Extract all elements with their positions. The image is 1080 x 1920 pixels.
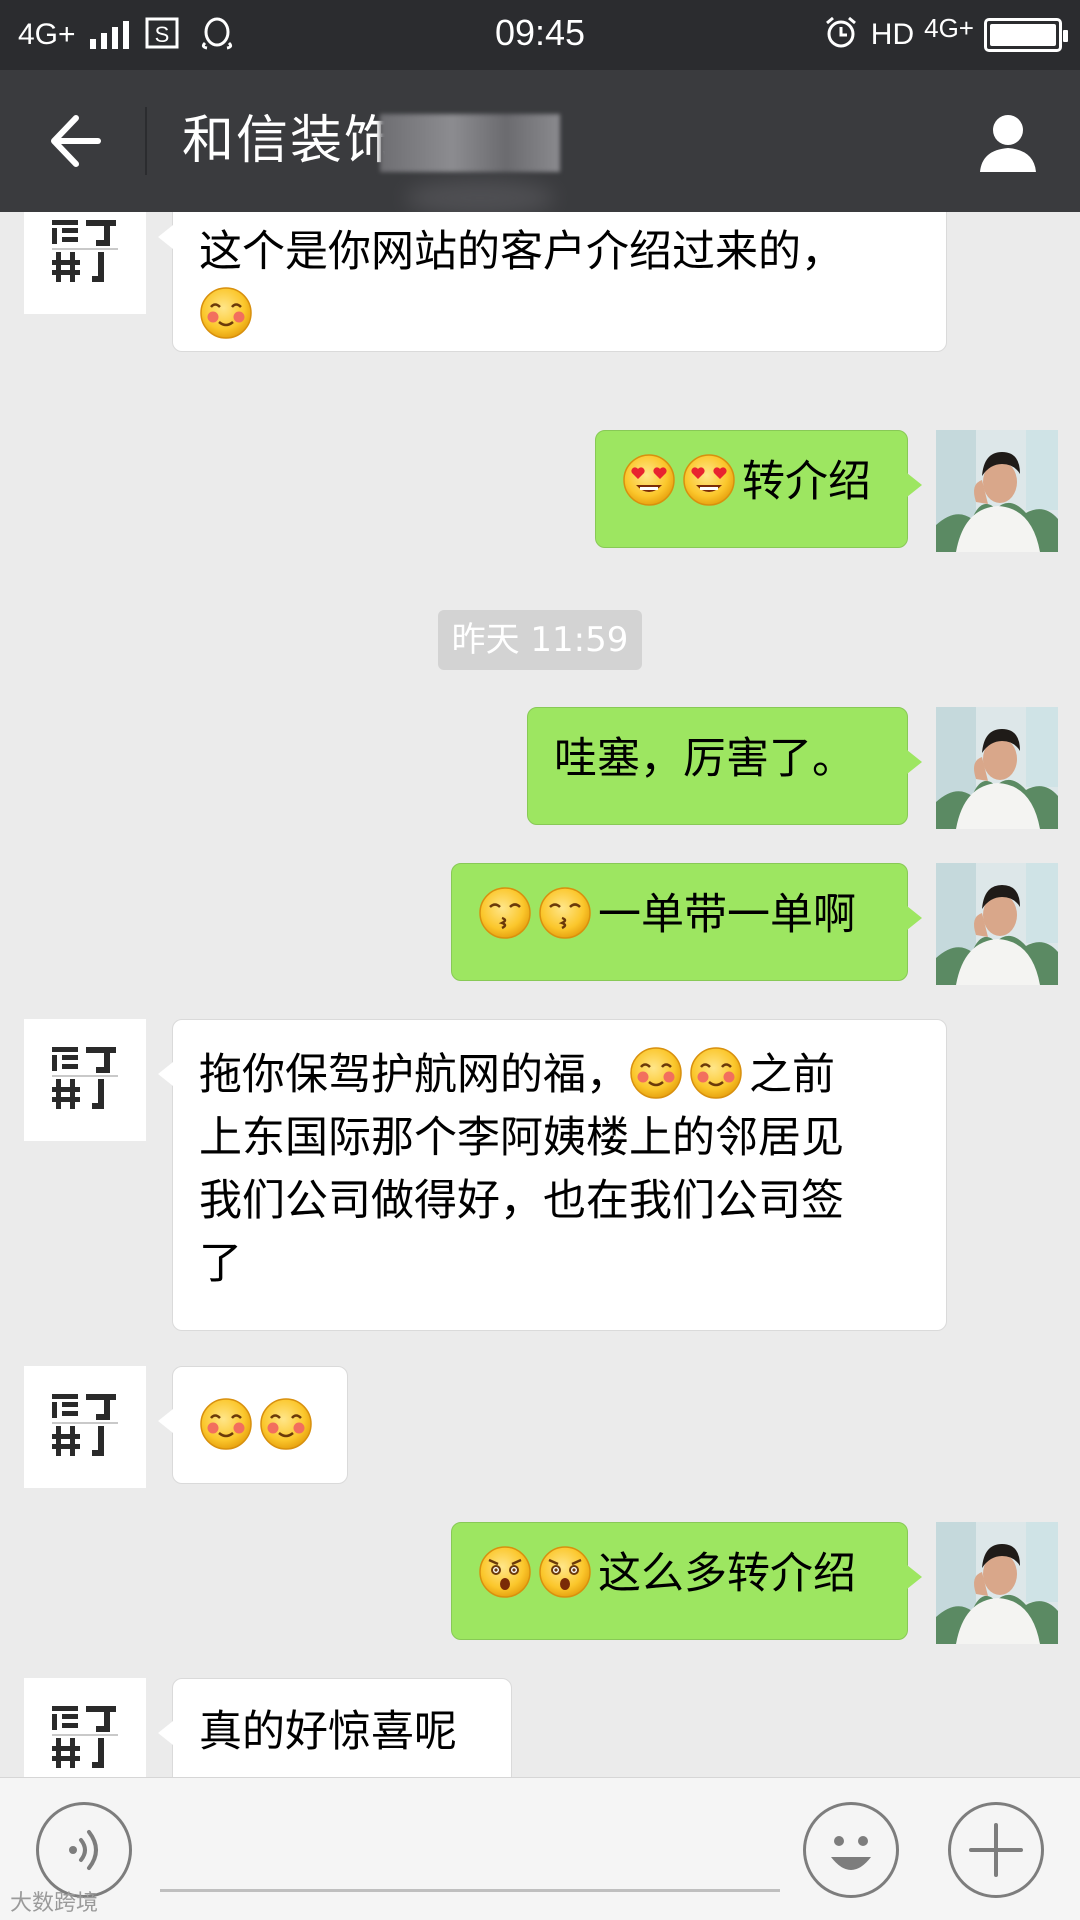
profile-icon[interactable] [972, 106, 1044, 178]
contact-avatar[interactable] [24, 212, 146, 314]
message-input[interactable] [160, 1818, 780, 1892]
shocked-emoji-icon [538, 1545, 592, 1599]
message-incoming: 拖你保驾护航网的福， 之前 上东国际那个李阿姨楼上的邻居见 我们公司做得好，也在我… [0, 1019, 1080, 1331]
watermark: 大数跨境 [10, 1891, 99, 1916]
message-text: 拖你保驾护航网的福， [199, 1050, 629, 1100]
kiss-emoji-icon [478, 886, 532, 940]
contact-avatar[interactable] [24, 1019, 146, 1141]
voice-icon [69, 1830, 98, 1870]
alarm-icon [821, 15, 861, 55]
title-redaction-shadow [405, 180, 555, 216]
message-bubble[interactable]: 拖你保驾护航网的福， 之前 上东国际那个李阿姨楼上的邻居见 我们公司做得好，也在我… [158, 1019, 947, 1331]
message-text: 一单带一单啊 [598, 890, 856, 940]
message-incoming: 这个是你网站的客户介绍过来的， [0, 212, 1080, 382]
hd-label: HD [870, 18, 915, 51]
blush-emoji-icon [199, 1397, 253, 1451]
message-outgoing: 这么多转介绍 [0, 1522, 1080, 1646]
kiss-emoji-icon [538, 886, 592, 940]
message-bubble[interactable]: 这个是你网站的客户介绍过来的， [158, 212, 947, 352]
message-text: 哇塞，厉害了。 [554, 734, 855, 784]
back-arrow-icon[interactable] [36, 104, 110, 178]
page-title: 和信装饰 [182, 111, 399, 171]
message-text-line: 了 [199, 1239, 242, 1289]
timestamp: 昨天 11:59 [438, 610, 642, 670]
message-incoming: 真的好惊喜呢 [0, 1678, 1080, 1777]
message-text: 这么多转介绍 [598, 1549, 856, 1599]
battery-icon [984, 18, 1068, 52]
chat-area[interactable]: 这个是你网站的客户介绍过来的， 转介绍 昨天 11:59 哇塞，厉害了。 一单带… [0, 212, 1080, 1777]
title-bar: 和信装饰 [0, 70, 1080, 216]
message-bubble[interactable] [158, 1366, 348, 1484]
title-redaction [380, 114, 560, 172]
voice-button[interactable] [36, 1802, 132, 1898]
blush-emoji-icon [689, 1046, 743, 1100]
emoji-button[interactable] [803, 1802, 899, 1898]
my-avatar[interactable] [936, 707, 1058, 829]
message-incoming [0, 1366, 1080, 1490]
shocked-emoji-icon [478, 1545, 532, 1599]
message-text: 转介绍 [742, 457, 871, 507]
network-right-label: 4G+ [924, 12, 974, 43]
message-bubble[interactable]: 这么多转介绍 [451, 1522, 922, 1640]
emoji-icon [831, 1836, 871, 1870]
message-outgoing: 一单带一单啊 [0, 863, 1080, 987]
message-text: 这个是你网站的客户介绍过来的， [199, 227, 844, 277]
title-divider [145, 107, 147, 175]
contact-avatar[interactable] [24, 1678, 146, 1777]
status-right: HD 4G+ [821, 12, 1068, 58]
my-avatar[interactable] [936, 1522, 1058, 1644]
message-text: 真的好惊喜呢 [199, 1707, 457, 1757]
contact-avatar[interactable] [24, 1366, 146, 1488]
my-avatar[interactable] [936, 863, 1058, 985]
more-button[interactable] [948, 1802, 1044, 1898]
input-bar: 大数跨境 [0, 1777, 1080, 1920]
message-bubble[interactable]: 真的好惊喜呢 [158, 1678, 512, 1777]
plus-icon [969, 1823, 1023, 1877]
message-outgoing: 转介绍 [0, 418, 1080, 552]
message-outgoing: 哇塞，厉害了。 [0, 707, 1080, 831]
message-text-line: 上东国际那个李阿姨楼上的邻居见 [199, 1113, 844, 1163]
blush-emoji-icon [199, 286, 253, 340]
my-avatar[interactable] [936, 430, 1058, 552]
message-text-line: 我们公司做得好，也在我们公司签 [199, 1176, 844, 1226]
message-bubble[interactable]: 一单带一单啊 [451, 863, 922, 981]
blush-emoji-icon [629, 1046, 683, 1100]
heart-eyes-emoji-icon [622, 453, 676, 507]
blush-emoji-icon [259, 1397, 313, 1451]
heart-eyes-emoji-icon [682, 453, 736, 507]
message-bubble[interactable]: 哇塞，厉害了。 [527, 707, 922, 825]
message-text: 之前 [749, 1050, 835, 1100]
status-bar: 4G+ S 09:45 HD 4G+ [0, 0, 1080, 70]
message-bubble[interactable]: 转介绍 [595, 430, 922, 548]
